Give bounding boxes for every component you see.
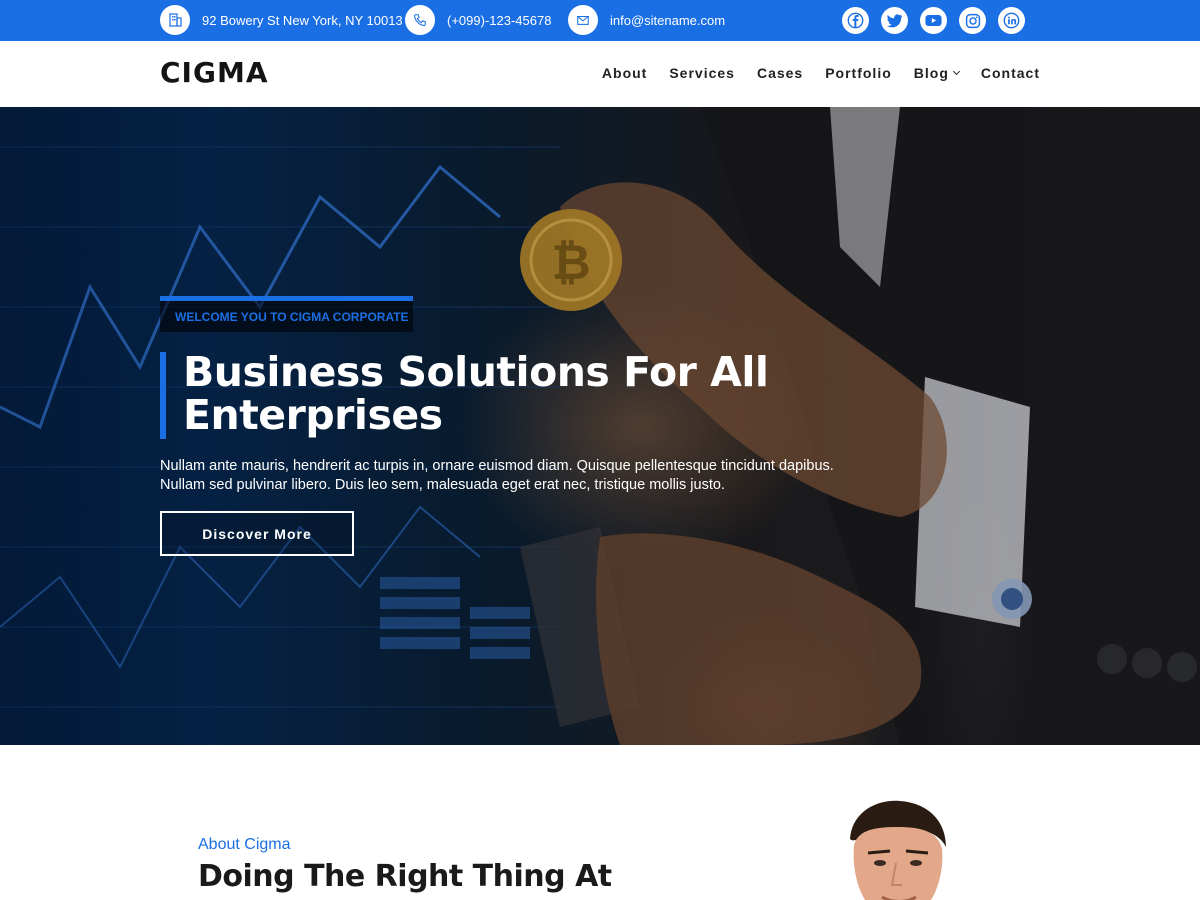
nav-item-services[interactable]: Services [669,65,735,81]
title-accent-bar [160,352,166,439]
nav-item-blog[interactable]: Blog [913,65,960,81]
linkedin-icon[interactable] [998,7,1025,34]
address-text: 92 Bowery St New York, NY 10013 [202,12,403,28]
address-item: 92 Bowery St New York, NY 10013 [160,5,403,35]
hero-title-line1: Business Solutions For All [183,348,769,396]
youtube-icon[interactable] [920,7,947,34]
nav-item-contact[interactable]: Contact [981,65,1040,81]
instagram-icon[interactable] [959,7,986,34]
nav-item-cases[interactable]: Cases [757,65,803,81]
nav-item-portfolio[interactable]: Portfolio [825,65,892,81]
phone-icon [405,5,435,35]
about-kicker: About Cigma [198,836,291,853]
mail-icon [568,5,598,35]
facebook-icon[interactable] [842,7,869,34]
email-item[interactable]: info@sitename.com [568,5,725,35]
discover-more-button[interactable]: Discover More [160,511,354,556]
welcome-tag: WELCOME YOU TO CIGMA CORPORATE [160,296,413,332]
hero-description: Nullam ante mauris, hendrerit ac turpis … [160,457,900,495]
about-section: About Cigma Doing The Right Thing At [0,745,1200,900]
top-bar: 92 Bowery St New York, NY 10013 (+099)-1… [0,0,1200,41]
hero-banner: ₿ WELCOME YOU TO CIGMA CORPORATE Busines… [0,107,1200,745]
twitter-icon[interactable] [881,7,908,34]
hero-description-line1: Nullam ante mauris, hendrerit ac turpis … [160,458,834,474]
site-header: CIGMA About Services Cases Portfolio Blo… [0,41,1200,107]
about-title: Doing The Right Thing At [198,859,612,894]
phone-item[interactable]: (+099)-123-45678 [405,5,551,35]
nav-item-blog-label: Blog [913,65,949,81]
building-icon [160,5,190,35]
hero-description-line2: Nullam sed pulvinar libero. Duis leo sem… [160,477,725,493]
hero-title-line2: Enterprises [183,391,443,439]
person-photo [850,800,946,900]
chevron-down-icon [952,67,960,76]
main-nav: About Services Cases Portfolio Blog Cont… [602,65,1040,81]
email-text: info@sitename.com [610,12,726,28]
hero-title: Business Solutions For All Enterprises [183,351,803,437]
nav-item-about[interactable]: About [602,65,647,81]
welcome-text: WELCOME YOU TO CIGMA CORPORATE [175,309,409,324]
site-logo[interactable]: CIGMA [160,56,268,89]
phone-text: (+099)-123-45678 [447,12,552,28]
